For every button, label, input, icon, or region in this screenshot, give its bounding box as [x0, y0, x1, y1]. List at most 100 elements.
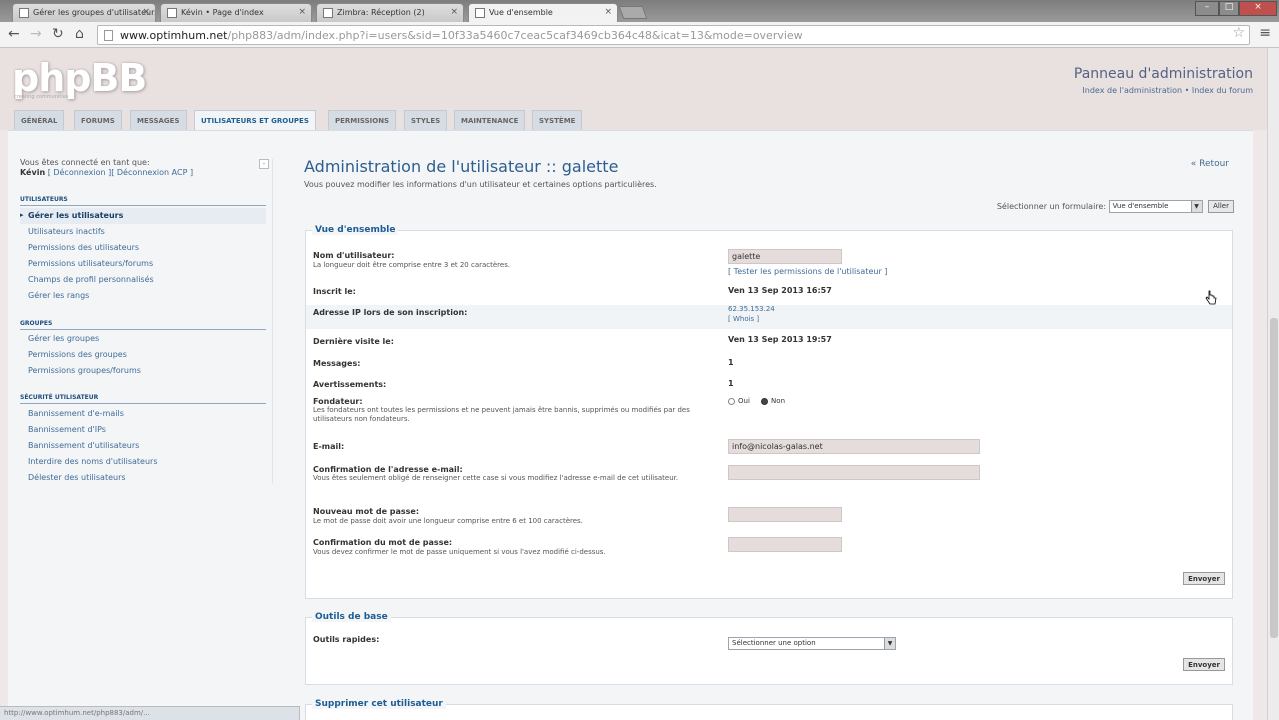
tab-permissions[interactable]: Permissions	[328, 110, 397, 130]
email-confirm-field[interactable]	[728, 465, 980, 480]
founder-radios: Oui Non	[728, 397, 785, 405]
favicon-icon	[19, 8, 29, 18]
chevron-down-icon: ▼	[1190, 201, 1202, 212]
sidebar-item-ranks[interactable]: Gérer les rangs	[20, 288, 266, 304]
sidebar-item-disallow-usernames[interactable]: Interdire des noms d'utilisateurs	[20, 454, 266, 470]
row-warnings: Avertissements: 1	[313, 379, 734, 389]
sidebar-item-group-permissions[interactable]: Permissions des groupes	[20, 347, 266, 363]
acp-links[interactable]: Index de l'administration • Index du for…	[1082, 86, 1253, 95]
sidebar-item-group-forum-permissions[interactable]: Permissions groupes/forums	[20, 363, 266, 379]
forward-arrow-icon[interactable]: →	[30, 26, 42, 42]
page-icon	[104, 30, 113, 41]
browser-tab-active[interactable]: Vue d'ensemble ×	[468, 3, 618, 23]
submit-button[interactable]: Envoyer	[1183, 572, 1225, 585]
sidebar: Vous êtes connecté en tant que: Kévin [ …	[14, 131, 274, 491]
section-user-security: Sécurité utilisateur	[20, 394, 266, 404]
logout-links[interactable]: [ Déconnexion ][ Déconnexion ACP ]	[48, 168, 193, 177]
section-users: Utilisateurs	[20, 196, 266, 206]
confirm-password-field[interactable]	[728, 537, 842, 552]
browser-tab[interactable]: Zimbra: Réception (2) ×	[316, 3, 464, 22]
close-tab-icon[interactable]: ×	[604, 7, 612, 17]
row-founder: Fondateur: Les fondateurs ont toutes les…	[313, 397, 786, 423]
browser-tab[interactable]: Gérer les groupes d'utilisateurs ×	[12, 3, 156, 22]
founder-yes-radio[interactable]	[728, 397, 735, 405]
close-tab-icon[interactable]: ×	[298, 7, 306, 17]
login-info: Vous êtes connecté en tant que: Kévin [ …	[20, 158, 194, 177]
maximize-button[interactable]: □	[1219, 1, 1239, 16]
scrollbar-thumb[interactable]	[1270, 318, 1278, 638]
overview-legend: Vue d'ensemble	[312, 225, 399, 235]
form-selector: Sélectionner un formulaire: Vue d'ensemb…	[997, 200, 1234, 213]
page: phpBB creating communities Panneau d'adm…	[0, 48, 1267, 720]
row-new-password: Nouveau mot de passe: Le mot de passe do…	[306, 505, 1232, 533]
new-password-field[interactable]	[728, 507, 842, 522]
chevron-down-icon: ▼	[884, 638, 895, 649]
row-posts: Messages: 1	[313, 358, 734, 368]
test-permissions-link[interactable]: [ Tester les permissions de l'utilisateu…	[728, 267, 887, 276]
tab-styles[interactable]: Styles	[404, 110, 448, 130]
status-bar: http://www.optimhum.net/php883/adm/...	[0, 706, 300, 720]
sidebar-item-ban-users[interactable]: Bannissement d'utilisateurs	[20, 438, 266, 454]
tab-users-groups[interactable]: Utilisateurs et groupes	[194, 110, 316, 131]
bookmark-star-icon[interactable]: ☆	[1232, 25, 1245, 41]
sidebar-item-user-forum-permissions[interactable]: Permissions utilisateurs/forums	[20, 256, 266, 272]
browser-tab[interactable]: Kévin • Page d'index ×	[160, 3, 312, 22]
tab-general[interactable]: Général	[14, 110, 65, 130]
username-input[interactable]: galette	[728, 249, 842, 264]
reload-icon[interactable]: ↻	[52, 26, 64, 42]
row-registered: Inscrit le: Ven 13 Sep 2013 16:57	[313, 286, 832, 296]
row-email-confirm: Confirmation de l'adresse e-mail: Vous ê…	[306, 463, 1232, 499]
row-username: Nom d'utilisateur: La longueur doit être…	[313, 249, 888, 276]
go-button[interactable]: Aller	[1208, 200, 1234, 213]
favicon-icon	[323, 8, 333, 18]
row-confirm-password: Confirmation du mot de passe: Vous devez…	[306, 535, 1232, 563]
tab-forums[interactable]: Forums	[74, 110, 122, 130]
home-icon[interactable]: ⌂	[75, 26, 84, 42]
whois-link[interactable]: [ Whois ]	[728, 315, 759, 323]
page-title: Administration de l'utilisateur :: galet…	[304, 157, 619, 176]
collapse-button[interactable]: -	[259, 159, 269, 169]
username: Kévin	[20, 168, 46, 177]
menu-wrench-icon[interactable]: ≡	[1259, 25, 1271, 41]
close-tab-icon[interactable]: ×	[450, 7, 458, 17]
close-window-button[interactable]: ×	[1239, 1, 1277, 16]
close-tab-icon[interactable]: ×	[142, 7, 150, 17]
sidebar-item-prune-users[interactable]: Délester des utilisateurs	[20, 470, 266, 486]
quick-tools-select[interactable]: Sélectionner une option ▼	[728, 637, 896, 650]
acp-title: Panneau d'administration	[1073, 66, 1253, 82]
overview-panel: Vue d'ensemble Nom d'utilisateur: La lon…	[305, 225, 1233, 599]
sidebar-divider	[272, 159, 273, 484]
sidebar-item-manage-groups[interactable]: Gérer les groupes	[20, 331, 266, 347]
content: Administration de l'utilisateur :: galet…	[304, 131, 1234, 720]
back-link[interactable]: « Retour	[1191, 159, 1229, 169]
new-tab-button[interactable]	[618, 6, 648, 19]
main-area: Vous êtes connecté en tant que: Kévin [ …	[8, 130, 1253, 720]
tools-submit-button[interactable]: Envoyer	[1183, 658, 1225, 671]
logo-subtitle: creating communities	[14, 94, 69, 100]
founder-no-radio[interactable]	[761, 397, 769, 405]
email-field[interactable]: info@nicolas-galas.net	[728, 439, 980, 454]
back-arrow-icon[interactable]: ←	[8, 26, 20, 42]
address-bar[interactable]: www.optimhum.net/php883/adm/index.php?i=…	[97, 25, 1250, 45]
favicon-icon	[475, 8, 485, 18]
favicon-icon	[167, 8, 177, 18]
row-ip: Adresse IP lors de son inscription: 62.3…	[306, 305, 1232, 329]
sidebar-item-ban-emails[interactable]: Bannissement d'e-mails	[20, 406, 266, 422]
browser-tabstrip: Gérer les groupes d'utilisateurs × Kévin…	[0, 0, 1279, 23]
form-select-dropdown[interactable]: Vue d'ensemble ▼	[1108, 200, 1203, 213]
page-scrollbar[interactable]	[1267, 48, 1279, 720]
acp-header: phpBB creating communities Panneau d'adm…	[0, 48, 1267, 131]
sidebar-item-inactive-users[interactable]: Utilisateurs inactifs	[20, 224, 266, 240]
sidebar-item-user-permissions[interactable]: Permissions des utilisateurs	[20, 240, 266, 256]
tab-messages[interactable]: Messages	[130, 110, 187, 130]
section-groups: Groupes	[20, 320, 266, 330]
row-quick-tools: Outils rapides: Sélectionner une option ▼	[306, 630, 1232, 650]
tab-system[interactable]: Système	[532, 110, 583, 130]
sidebar-item-profile-fields[interactable]: Champs de profil personnalisés	[20, 272, 266, 288]
sidebar-item-ban-ips[interactable]: Bannissement d'IPs	[20, 422, 266, 438]
tab-maintenance[interactable]: Maintenance	[454, 110, 526, 130]
sidebar-item-manage-users[interactable]: Gérer les utilisateurs	[20, 208, 266, 224]
ip-link[interactable]: 62.35.153.24	[728, 305, 775, 313]
page-description: Vous pouvez modifier les informations d'…	[304, 180, 657, 189]
minimize-button[interactable]: –	[1195, 1, 1219, 16]
